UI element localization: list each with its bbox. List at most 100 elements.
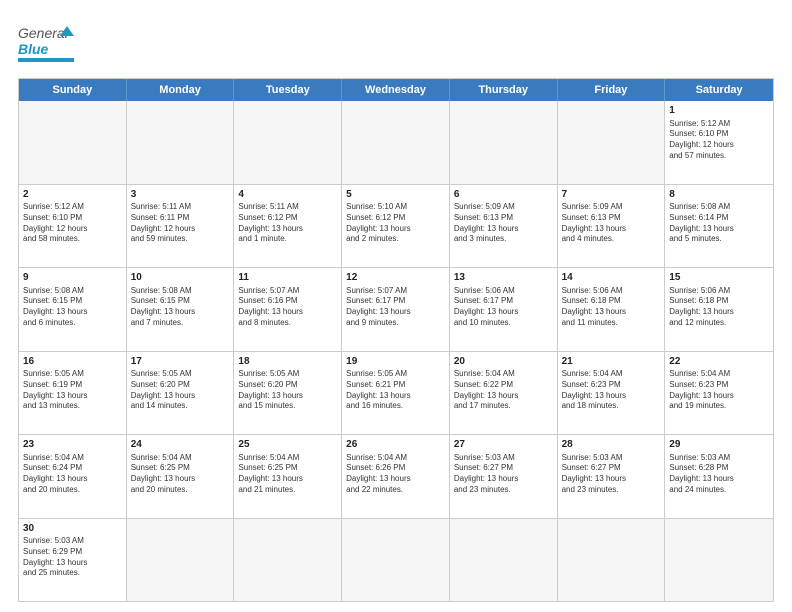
day-info: Sunrise: 5:06 AM Sunset: 6:17 PM Dayligh…	[454, 286, 553, 329]
day-info: Sunrise: 5:04 AM Sunset: 6:25 PM Dayligh…	[238, 453, 337, 496]
day-info: Sunrise: 5:04 AM Sunset: 6:23 PM Dayligh…	[562, 369, 661, 412]
day-info: Sunrise: 5:07 AM Sunset: 6:16 PM Dayligh…	[238, 286, 337, 329]
day-info: Sunrise: 5:07 AM Sunset: 6:17 PM Dayligh…	[346, 286, 445, 329]
day-number: 15	[669, 271, 769, 285]
day-info: Sunrise: 5:11 AM Sunset: 6:12 PM Dayligh…	[238, 202, 337, 245]
generalblue-logo: General Blue	[18, 18, 76, 70]
day-cell-6: 6Sunrise: 5:09 AM Sunset: 6:13 PM Daylig…	[450, 185, 558, 268]
empty-cell	[450, 101, 558, 184]
day-info: Sunrise: 5:12 AM Sunset: 6:10 PM Dayligh…	[23, 202, 122, 245]
day-cell-18: 18Sunrise: 5:05 AM Sunset: 6:20 PM Dayli…	[234, 352, 342, 435]
day-cell-12: 12Sunrise: 5:07 AM Sunset: 6:17 PM Dayli…	[342, 268, 450, 351]
day-info: Sunrise: 5:05 AM Sunset: 6:20 PM Dayligh…	[131, 369, 230, 412]
day-cell-16: 16Sunrise: 5:05 AM Sunset: 6:19 PM Dayli…	[19, 352, 127, 435]
day-info: Sunrise: 5:08 AM Sunset: 6:15 PM Dayligh…	[23, 286, 122, 329]
day-cell-27: 27Sunrise: 5:03 AM Sunset: 6:27 PM Dayli…	[450, 435, 558, 518]
header-day-monday: Monday	[127, 79, 235, 101]
day-cell-8: 8Sunrise: 5:08 AM Sunset: 6:14 PM Daylig…	[665, 185, 773, 268]
day-cell-15: 15Sunrise: 5:06 AM Sunset: 6:18 PM Dayli…	[665, 268, 773, 351]
day-cell-26: 26Sunrise: 5:04 AM Sunset: 6:26 PM Dayli…	[342, 435, 450, 518]
day-info: Sunrise: 5:09 AM Sunset: 6:13 PM Dayligh…	[454, 202, 553, 245]
empty-cell	[665, 519, 773, 602]
day-number: 28	[562, 438, 661, 452]
day-number: 26	[346, 438, 445, 452]
page-header: General Blue	[18, 18, 774, 70]
svg-text:Blue: Blue	[18, 41, 49, 57]
day-info: Sunrise: 5:11 AM Sunset: 6:11 PM Dayligh…	[131, 202, 230, 245]
calendar-week-5: 23Sunrise: 5:04 AM Sunset: 6:24 PM Dayli…	[19, 434, 773, 518]
day-cell-9: 9Sunrise: 5:08 AM Sunset: 6:15 PM Daylig…	[19, 268, 127, 351]
day-number: 8	[669, 188, 769, 202]
day-number: 29	[669, 438, 769, 452]
day-cell-23: 23Sunrise: 5:04 AM Sunset: 6:24 PM Dayli…	[19, 435, 127, 518]
empty-cell	[342, 519, 450, 602]
logo: General Blue	[18, 18, 76, 70]
day-number: 11	[238, 271, 337, 285]
day-cell-30: 30Sunrise: 5:03 AM Sunset: 6:29 PM Dayli…	[19, 519, 127, 602]
day-number: 4	[238, 188, 337, 202]
day-number: 19	[346, 355, 445, 369]
day-number: 12	[346, 271, 445, 285]
day-number: 7	[562, 188, 661, 202]
empty-cell	[558, 519, 666, 602]
calendar-header: SundayMondayTuesdayWednesdayThursdayFrid…	[19, 79, 773, 101]
empty-cell	[450, 519, 558, 602]
day-cell-19: 19Sunrise: 5:05 AM Sunset: 6:21 PM Dayli…	[342, 352, 450, 435]
empty-cell	[19, 101, 127, 184]
day-info: Sunrise: 5:05 AM Sunset: 6:21 PM Dayligh…	[346, 369, 445, 412]
day-number: 16	[23, 355, 122, 369]
day-number: 10	[131, 271, 230, 285]
day-cell-14: 14Sunrise: 5:06 AM Sunset: 6:18 PM Dayli…	[558, 268, 666, 351]
day-cell-4: 4Sunrise: 5:11 AM Sunset: 6:12 PM Daylig…	[234, 185, 342, 268]
day-cell-22: 22Sunrise: 5:04 AM Sunset: 6:23 PM Dayli…	[665, 352, 773, 435]
day-number: 5	[346, 188, 445, 202]
svg-text:General: General	[18, 25, 69, 41]
day-info: Sunrise: 5:03 AM Sunset: 6:27 PM Dayligh…	[454, 453, 553, 496]
day-info: Sunrise: 5:04 AM Sunset: 6:23 PM Dayligh…	[669, 369, 769, 412]
day-cell-29: 29Sunrise: 5:03 AM Sunset: 6:28 PM Dayli…	[665, 435, 773, 518]
day-info: Sunrise: 5:03 AM Sunset: 6:27 PM Dayligh…	[562, 453, 661, 496]
day-cell-10: 10Sunrise: 5:08 AM Sunset: 6:15 PM Dayli…	[127, 268, 235, 351]
day-info: Sunrise: 5:06 AM Sunset: 6:18 PM Dayligh…	[562, 286, 661, 329]
empty-cell	[234, 101, 342, 184]
day-number: 21	[562, 355, 661, 369]
day-number: 22	[669, 355, 769, 369]
calendar-week-3: 9Sunrise: 5:08 AM Sunset: 6:15 PM Daylig…	[19, 267, 773, 351]
header-day-friday: Friday	[558, 79, 666, 101]
day-number: 6	[454, 188, 553, 202]
calendar-body: 1 Sunrise: 5:12 AM Sunset: 6:10 PM Daylig…	[19, 101, 773, 601]
calendar-week-1: 1Sunrise: 5:12 AM Sunset: 6:10 PM Daylig…	[19, 101, 773, 184]
day-info: Sunrise: 5:04 AM Sunset: 6:25 PM Dayligh…	[131, 453, 230, 496]
day-info: Sunrise: 5:06 AM Sunset: 6:18 PM Dayligh…	[669, 286, 769, 329]
day-cell-13: 13Sunrise: 5:06 AM Sunset: 6:17 PM Dayli…	[450, 268, 558, 351]
day-number: 1	[669, 104, 769, 118]
day-number: 23	[23, 438, 122, 452]
header-day-thursday: Thursday	[450, 79, 558, 101]
day-cell-20: 20Sunrise: 5:04 AM Sunset: 6:22 PM Dayli…	[450, 352, 558, 435]
empty-cell	[342, 101, 450, 184]
day-number: 14	[562, 271, 661, 285]
day-info: Sunrise: 5:09 AM Sunset: 6:13 PM Dayligh…	[562, 202, 661, 245]
empty-cell	[127, 101, 235, 184]
empty-cell	[234, 519, 342, 602]
day-info: Sunrise: 5:04 AM Sunset: 6:26 PM Dayligh…	[346, 453, 445, 496]
day-info: Sunrise: 5:04 AM Sunset: 6:22 PM Dayligh…	[454, 369, 553, 412]
header-day-sunday: Sunday	[19, 79, 127, 101]
calendar: SundayMondayTuesdayWednesdayThursdayFrid…	[18, 78, 774, 602]
calendar-week-2: 2Sunrise: 5:12 AM Sunset: 6:10 PM Daylig…	[19, 184, 773, 268]
empty-cell	[558, 101, 666, 184]
day-cell-5: 5Sunrise: 5:10 AM Sunset: 6:12 PM Daylig…	[342, 185, 450, 268]
day-info: Sunrise: 5:10 AM Sunset: 6:12 PM Dayligh…	[346, 202, 445, 245]
day-cell-21: 21Sunrise: 5:04 AM Sunset: 6:23 PM Dayli…	[558, 352, 666, 435]
day-number: 18	[238, 355, 337, 369]
calendar-week-4: 16Sunrise: 5:05 AM Sunset: 6:19 PM Dayli…	[19, 351, 773, 435]
day-cell-25: 25Sunrise: 5:04 AM Sunset: 6:25 PM Dayli…	[234, 435, 342, 518]
day-number: 24	[131, 438, 230, 452]
day-number: 3	[131, 188, 230, 202]
day-number: 13	[454, 271, 553, 285]
day-number: 25	[238, 438, 337, 452]
day-number: 9	[23, 271, 122, 285]
header-day-tuesday: Tuesday	[234, 79, 342, 101]
day-cell-17: 17Sunrise: 5:05 AM Sunset: 6:20 PM Dayli…	[127, 352, 235, 435]
day-number: 27	[454, 438, 553, 452]
